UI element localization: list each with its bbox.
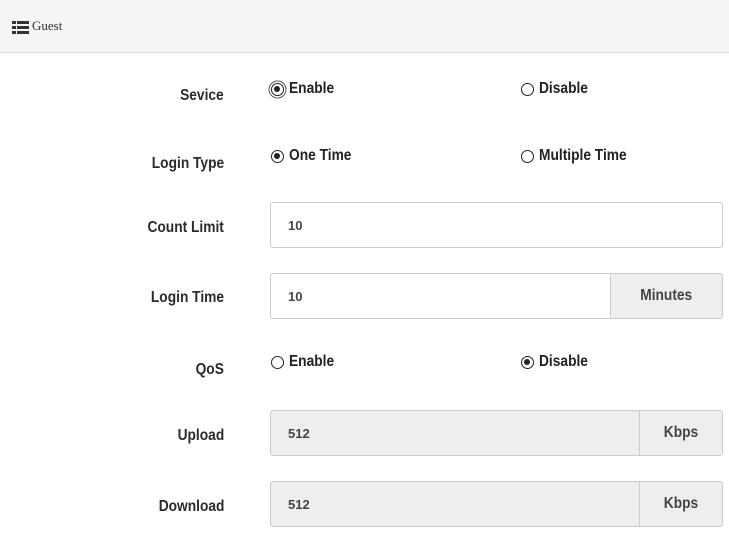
upload-input[interactable]: 512 Kbps xyxy=(270,410,723,456)
qos-enable-radio[interactable]: Enable xyxy=(271,353,341,371)
login-time-label: Login Time xyxy=(150,289,224,306)
login-time-input[interactable]: 10 Minutes xyxy=(270,273,723,319)
list-icon xyxy=(12,21,29,34)
upload-unit: Kbps xyxy=(639,411,722,455)
radio-indicator xyxy=(521,149,534,163)
radio-indicator xyxy=(271,82,284,96)
service-enable-label: Enable xyxy=(289,80,335,97)
qos-disable-label: Disable xyxy=(539,353,588,370)
upload-label: Upload xyxy=(177,427,224,444)
download-value: 512 xyxy=(288,496,310,512)
panel-header: Guest xyxy=(0,0,729,53)
service-enable-radio[interactable]: Enable xyxy=(271,80,341,98)
login-time-unit: Minutes xyxy=(610,274,722,318)
upload-value: 512 xyxy=(288,425,310,441)
qos-label: QoS xyxy=(195,361,224,378)
service-disable-label: Disable xyxy=(539,80,588,97)
service-label: Sevice xyxy=(180,87,224,104)
login-type-one-time-label: One Time xyxy=(289,147,352,164)
qos-disable-radio[interactable]: Disable xyxy=(521,353,596,371)
qos-enable-label: Enable xyxy=(289,353,335,370)
service-disable-radio[interactable]: Disable xyxy=(521,80,596,98)
panel-title: Guest xyxy=(32,18,63,33)
download-unit: Kbps xyxy=(639,482,722,526)
login-type-multiple-time-radio[interactable]: Multiple Time xyxy=(521,147,641,165)
count-limit-label: Count Limit xyxy=(147,219,224,236)
radio-indicator xyxy=(521,82,534,96)
login-type-label: Login Type xyxy=(151,155,224,172)
radio-indicator xyxy=(521,355,534,369)
count-limit-value: 10 xyxy=(288,217,303,233)
radio-indicator xyxy=(271,149,284,163)
download-input[interactable]: 512 Kbps xyxy=(270,481,723,527)
count-limit-input[interactable]: 10 xyxy=(270,202,723,248)
login-time-value: 10 xyxy=(288,288,303,304)
login-type-multiple-time-label: Multiple Time xyxy=(539,147,627,164)
radio-indicator xyxy=(271,355,284,369)
login-type-one-time-radio[interactable]: One Time xyxy=(271,147,362,165)
guest-panel: Guest Sevice Enable Disable Login Type O… xyxy=(0,0,729,541)
download-label: Download xyxy=(158,498,224,515)
